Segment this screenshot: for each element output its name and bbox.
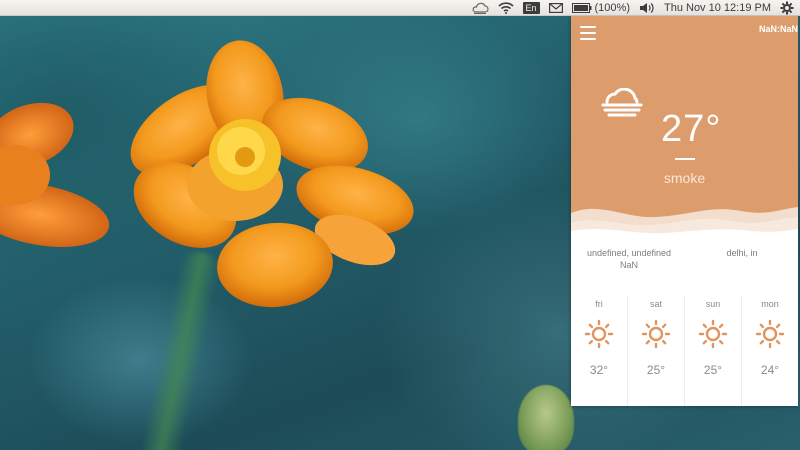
location-city: delhi, in <box>726 248 758 258</box>
decorative-waves <box>571 207 798 241</box>
forecast-day-temp: 25° <box>703 363 723 377</box>
forecast-day: mon 24° <box>741 296 798 406</box>
forecast-day: fri 32° <box>571 296 627 406</box>
current-weather-panel: NaN:NaN 27° smoke <box>571 16 798 241</box>
forecast-day-name: mon <box>761 299 779 309</box>
location-value: NaN <box>619 260 638 270</box>
battery-percentage: (100%) <box>594 2 630 14</box>
sun-icon <box>698 317 728 351</box>
hamburger-menu-icon[interactable] <box>580 26 596 40</box>
cloud-fog-icon <box>601 88 643 117</box>
temperature-divider <box>675 158 695 160</box>
location-details: undefined, undefined NaN <box>579 247 679 296</box>
battery-icon <box>571 3 592 13</box>
widget-clock: NaN:NaN <box>758 24 798 34</box>
system-tray: En (100%) Thu Nov 10 12:19 PM <box>471 0 795 16</box>
sun-icon <box>641 317 671 351</box>
location-coordinates: undefined, undefined <box>586 248 672 258</box>
volume-icon[interactable] <box>639 0 655 16</box>
top-panel: En (100%) Thu Nov 10 12:19 PM <box>0 0 800 16</box>
forecast-day-name: sat <box>649 299 662 309</box>
forecast-day-temp: 25° <box>646 363 666 377</box>
sun-icon <box>755 317 785 351</box>
system-gear-icon[interactable] <box>780 0 794 16</box>
forecast-day: sat 25° <box>627 296 684 406</box>
weather-cloud-icon[interactable] <box>471 0 489 16</box>
wifi-icon[interactable] <box>497 0 514 16</box>
forecast-day: sun 25° <box>684 296 741 406</box>
forecast-day-temp: 24° <box>760 363 780 377</box>
mail-icon[interactable] <box>548 0 563 16</box>
keyboard-layout-icon[interactable]: En <box>522 0 540 16</box>
forecast-day-name: fri <box>595 299 603 309</box>
weather-description: smoke <box>663 170 706 186</box>
location-row: undefined, undefined NaN delhi, in <box>571 241 798 296</box>
current-temperature: 27° <box>661 108 722 150</box>
battery-indicator[interactable]: (100%) <box>571 0 630 16</box>
panel-clock[interactable]: Thu Nov 10 12:19 PM <box>664 2 771 14</box>
sun-icon <box>584 317 614 351</box>
keyboard-layout-label: En <box>522 2 540 14</box>
forecast-day-temp: 32° <box>589 363 609 377</box>
forecast-day-name: sun <box>705 299 721 309</box>
forecast-row: fri 32° sat 25° sun 25° mon 24° <box>571 296 798 406</box>
weather-widget: NaN:NaN 27° smoke undefined, undefined N… <box>571 16 798 406</box>
